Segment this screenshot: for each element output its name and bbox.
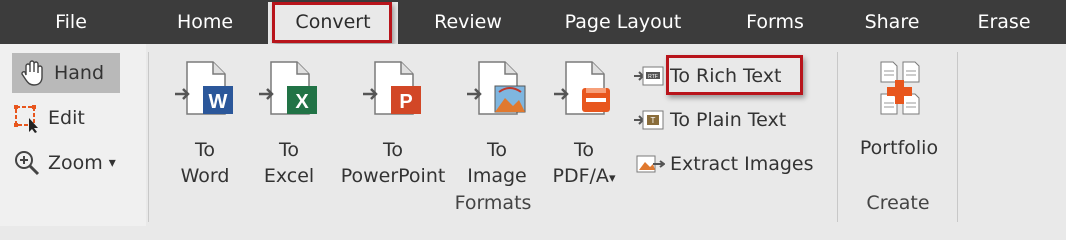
rich-text-icon: RTF [632,61,666,91]
zoom-label: Zoom [48,152,103,174]
extract-images-icon [632,149,666,179]
to-image-button[interactable]: To Image [462,58,532,189]
to-word-line1: To [194,139,215,161]
image-doc-icon [467,61,526,115]
hand-icon [18,58,48,88]
to-excel-line2: Excel [263,165,315,187]
excel-doc-icon: X [259,61,317,115]
to-powerpoint-line1: To [382,139,403,161]
word-doc-icon: W [175,61,233,115]
to-powerpoint-button[interactable]: P To PowerPoint [334,58,452,189]
to-plain-text-button[interactable]: T To Plain Text [632,103,786,137]
hand-tool[interactable]: Hand [12,53,120,93]
edit-tool[interactable]: Edit [12,98,85,138]
separator [148,52,149,222]
hand-label: Hand [54,62,105,84]
chevron-down-icon: ▾ [608,171,616,186]
to-image-line2: Image [467,165,527,187]
zoom-icon [12,148,42,178]
to-pdfa-button[interactable]: To PDF/A▾ [542,58,626,192]
portfolio-button[interactable]: Portfolio [852,58,946,161]
pdfa-doc-icon [554,61,610,115]
separator [957,52,958,222]
separator [837,52,838,222]
to-pdfa-line1: To [573,139,594,161]
to-word-line2: Word [180,165,230,187]
to-image-line1: To [486,139,507,161]
create-group-label: Create [866,192,930,214]
powerpoint-doc-icon: P [363,61,421,115]
menu-file[interactable]: File [36,0,106,44]
zoom-tool[interactable]: Zoom ▾ [12,143,116,183]
portfolio-label: Portfolio [859,137,939,159]
menu-erase[interactable]: Erase [962,0,1046,44]
menu-share[interactable]: Share [850,0,934,44]
menu-page-layout[interactable]: Page Layout [548,0,698,44]
to-excel-line1: To [278,139,299,161]
svg-text:P: P [399,91,412,113]
menu-home[interactable]: Home [162,0,248,44]
chevron-down-icon: ▾ [108,155,116,171]
edit-label: Edit [48,107,85,129]
to-excel-button[interactable]: X To Excel [254,58,324,189]
plain-text-icon: T [632,105,666,135]
to-powerpoint-line2: PowerPoint [340,165,446,187]
to-word-button[interactable]: W To Word [170,58,240,189]
menu-forms[interactable]: Forms [728,0,822,44]
extract-images-button[interactable]: Extract Images [632,147,814,181]
svg-text:X: X [295,91,309,113]
menu-review[interactable]: Review [418,0,518,44]
to-plain-text-label: To Plain Text [670,109,787,131]
svg-text:T: T [651,116,656,125]
rich-text-highlight-box [666,55,803,95]
svg-text:W: W [209,91,228,113]
svg-text:RTF: RTF [648,74,658,80]
edit-select-icon [12,103,42,133]
formats-group-label: Formats [454,192,532,214]
extract-images-label: Extract Images [670,153,814,175]
to-pdfa-line2: PDF/A [552,165,609,187]
portfolio-icon [880,61,920,115]
convert-highlight-box [272,2,392,43]
